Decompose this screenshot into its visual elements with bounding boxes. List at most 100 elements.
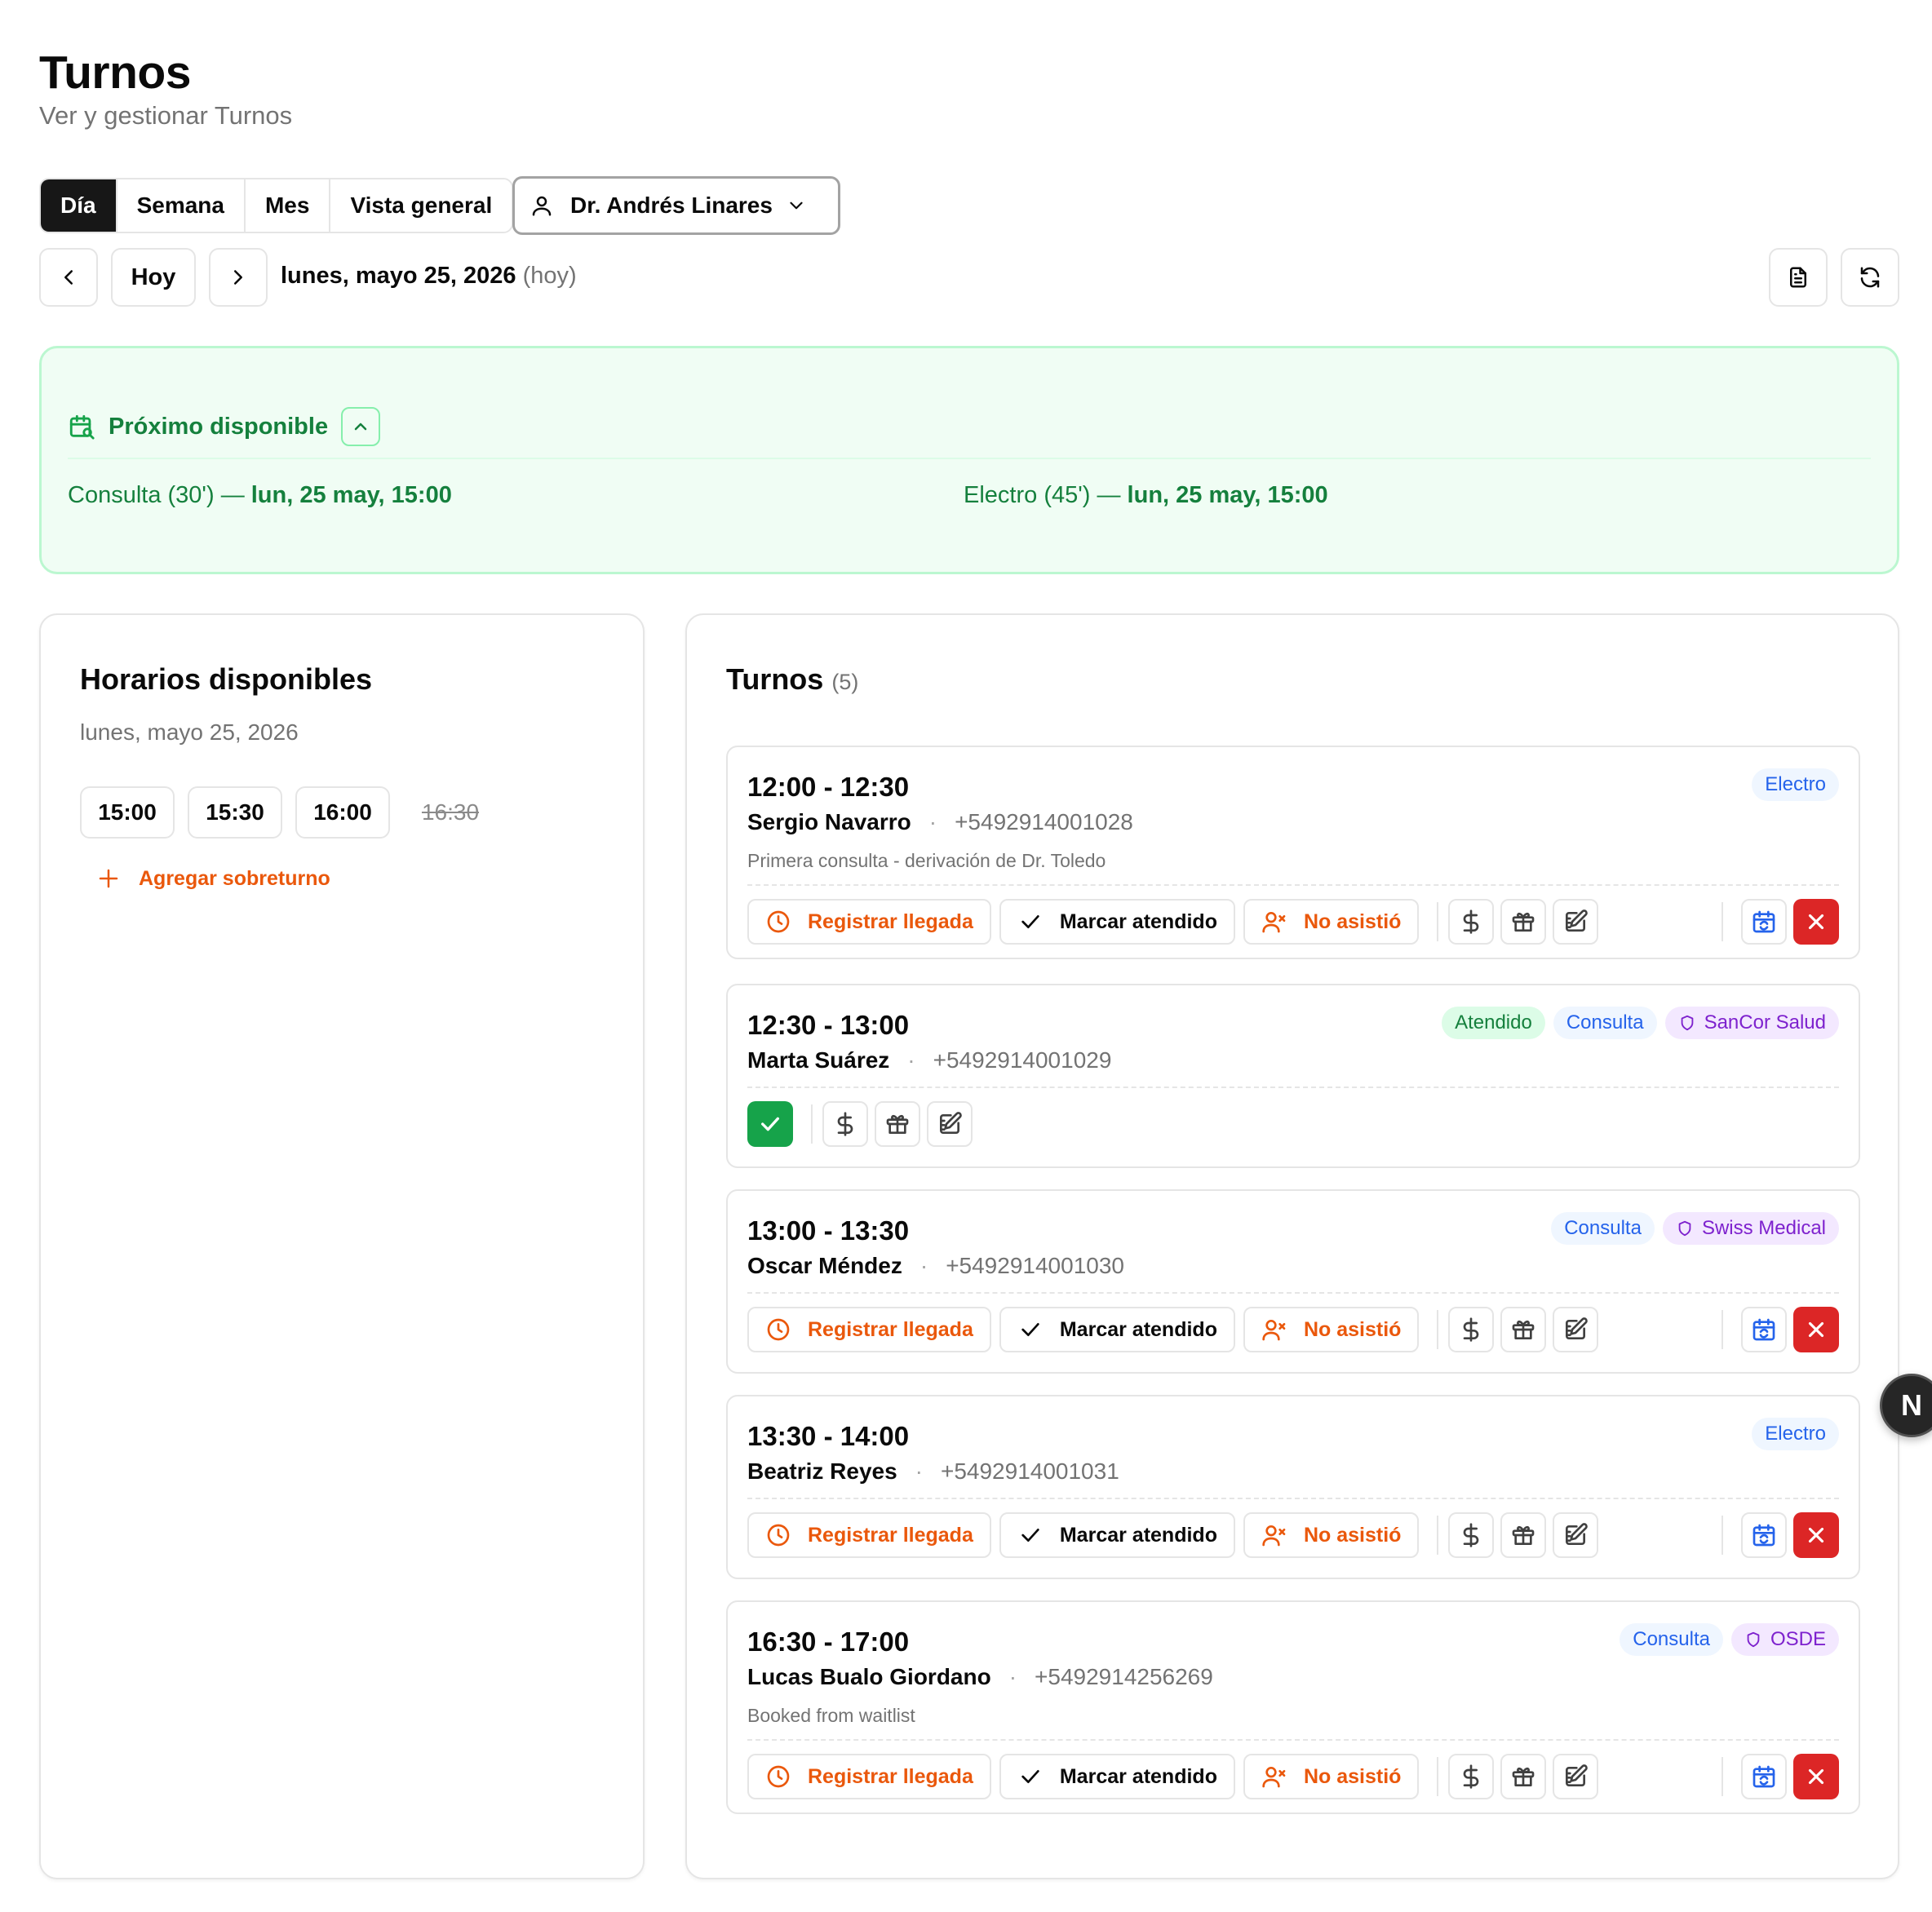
badge-text: OSDE bbox=[1770, 1628, 1826, 1650]
next-when: lun, 25 may, 15:00 bbox=[250, 482, 452, 508]
register-arrival-button[interactable]: Registrar llegada bbox=[747, 1754, 991, 1799]
appointment-patient: Lucas Bualo Giordano · +5492914256269 bbox=[747, 1664, 1213, 1690]
payment-button[interactable] bbox=[1448, 1512, 1495, 1558]
doctor-select[interactable]: Dr. Andrés Linares bbox=[512, 176, 840, 235]
appointment-note: Primera consulta - derivación de Dr. Tol… bbox=[747, 850, 1106, 871]
patient-name[interactable]: Sergio Navarro bbox=[747, 809, 911, 835]
patient-name[interactable]: Lucas Bualo Giordano bbox=[747, 1664, 991, 1690]
register-arrival-button[interactable]: Registrar llegada bbox=[747, 1512, 991, 1558]
gift-button[interactable] bbox=[875, 1101, 920, 1147]
x-icon bbox=[1804, 1317, 1828, 1342]
chevron-up-icon bbox=[351, 417, 370, 436]
reschedule-button[interactable] bbox=[1741, 1754, 1787, 1799]
appointment-item[interactable]: 13:00 - 13:30 Oscar Méndez · +5492914001030… bbox=[726, 1189, 1860, 1374]
appointment-item[interactable]: 12:30 - 13:00 Marta Suárez · +5492914001029… bbox=[726, 984, 1860, 1168]
gift-button[interactable] bbox=[1500, 1307, 1547, 1352]
divider bbox=[1722, 902, 1723, 941]
next-type: Electro (45') bbox=[964, 482, 1091, 508]
reschedule-button[interactable] bbox=[1741, 1512, 1787, 1558]
notes-button[interactable] bbox=[1553, 1754, 1599, 1799]
patient-phone[interactable]: +5492914001029 bbox=[933, 1047, 1112, 1073]
add-overbooking-button[interactable]: Agregar sobreturno bbox=[96, 866, 330, 891]
payment-button[interactable] bbox=[1448, 899, 1495, 945]
current-date-text: lunes, mayo 25, 2026 bbox=[281, 263, 516, 289]
patient-phone[interactable]: +5492914001030 bbox=[946, 1253, 1124, 1279]
badge-text: Electro bbox=[1765, 1423, 1826, 1445]
dollar-icon bbox=[832, 1111, 858, 1137]
cancel-appointment-button[interactable] bbox=[1793, 1754, 1839, 1799]
appointment-item[interactable]: 16:30 - 17:00 Lucas Bualo Giordano · +54929… bbox=[726, 1600, 1860, 1814]
current-date: lunes, mayo 25, 2026 (hoy) bbox=[281, 263, 577, 290]
attended-indicator[interactable] bbox=[747, 1101, 793, 1147]
shield-icon bbox=[1744, 1631, 1762, 1649]
appointment-note: Booked from waitlist bbox=[747, 1705, 915, 1726]
mark-attended-button[interactable]: Marcar atendido bbox=[999, 1754, 1235, 1799]
appointment-actions: Registrar llegada Marcar atendido No asist… bbox=[747, 1307, 1605, 1352]
register-arrival-button[interactable]: Registrar llegada bbox=[747, 1307, 991, 1352]
no-show-button[interactable]: No asistió bbox=[1243, 1754, 1420, 1799]
export-button[interactable] bbox=[1769, 248, 1828, 307]
appointments-count: (5) bbox=[831, 670, 859, 694]
reschedule-button[interactable] bbox=[1741, 899, 1787, 945]
appointment-right-actions bbox=[1722, 1754, 1839, 1799]
mark-attended-button[interactable]: Marcar atendido bbox=[999, 899, 1235, 945]
notes-button[interactable] bbox=[1553, 1307, 1599, 1352]
next-available-consulta[interactable]: Consulta (30') — lun, 25 may, 15:00 bbox=[68, 482, 452, 509]
refresh-button[interactable] bbox=[1841, 248, 1899, 307]
slot-button[interactable]: 15:00 bbox=[80, 786, 175, 839]
patient-name[interactable]: Beatriz Reyes bbox=[747, 1458, 897, 1485]
patient-name[interactable]: Oscar Méndez bbox=[747, 1253, 902, 1279]
no-show-button[interactable]: No asistió bbox=[1243, 1512, 1420, 1558]
notes-button[interactable] bbox=[1553, 1512, 1599, 1558]
edit-icon bbox=[1562, 1317, 1589, 1343]
no-show-button[interactable]: No asistió bbox=[1243, 899, 1420, 945]
appointments-title-text: Turnos bbox=[726, 662, 824, 696]
divider bbox=[68, 458, 1871, 459]
slot-button[interactable]: 15:30 bbox=[188, 786, 282, 839]
next-available-electro[interactable]: Electro (45') — lun, 25 may, 15:00 bbox=[964, 482, 1328, 509]
payment-button[interactable] bbox=[1448, 1754, 1495, 1799]
cancel-appointment-button[interactable] bbox=[1793, 1307, 1839, 1352]
appointment-badges: Electro bbox=[1744, 1418, 1839, 1450]
calendar-sync-icon bbox=[1751, 1522, 1777, 1548]
slot-button[interactable]: 16:00 bbox=[295, 786, 390, 839]
payment-button[interactable] bbox=[822, 1101, 868, 1147]
mark-attended-button[interactable]: Marcar atendido bbox=[999, 1307, 1235, 1352]
cancel-appointment-button[interactable] bbox=[1793, 899, 1839, 945]
gift-button[interactable] bbox=[1500, 1512, 1547, 1558]
gift-button[interactable] bbox=[1500, 899, 1547, 945]
next-day-button[interactable] bbox=[209, 248, 268, 307]
collapse-button[interactable] bbox=[341, 407, 381, 446]
check-icon bbox=[757, 1111, 783, 1137]
notes-button[interactable] bbox=[927, 1101, 973, 1147]
prev-day-button[interactable] bbox=[39, 248, 98, 307]
button-label: Registrar llegada bbox=[808, 1764, 973, 1788]
mark-attended-button[interactable]: Marcar atendido bbox=[999, 1512, 1235, 1558]
view-day-tab[interactable]: Día bbox=[41, 179, 117, 232]
register-arrival-button[interactable]: Registrar llegada bbox=[747, 899, 991, 945]
appointment-item[interactable]: 12:00 - 12:30 Sergio Navarro · +54929140010… bbox=[726, 746, 1860, 959]
notes-button[interactable] bbox=[1553, 899, 1599, 945]
payment-button[interactable] bbox=[1448, 1307, 1495, 1352]
no-show-button[interactable]: No asistió bbox=[1243, 1307, 1420, 1352]
patient-phone[interactable]: +5492914001031 bbox=[941, 1458, 1119, 1485]
today-button[interactable]: Hoy bbox=[111, 248, 196, 307]
view-overview-tab[interactable]: Vista general bbox=[330, 179, 512, 232]
patient-phone[interactable]: +5492914256269 bbox=[1035, 1664, 1213, 1690]
slot-taken: 16:30 bbox=[403, 786, 498, 839]
check-icon bbox=[1017, 1522, 1044, 1548]
appointment-item[interactable]: 13:30 - 14:00 Beatriz Reyes · +549291400103… bbox=[726, 1395, 1860, 1579]
patient-phone[interactable]: +5492914001028 bbox=[955, 809, 1133, 835]
type-badge: Consulta bbox=[1620, 1623, 1723, 1656]
user-x-icon bbox=[1261, 909, 1287, 935]
reschedule-button[interactable] bbox=[1741, 1307, 1787, 1352]
view-month-tab[interactable]: Mes bbox=[245, 179, 331, 232]
calendar-sync-icon bbox=[1751, 909, 1777, 935]
next-available-title: Próximo disponible bbox=[109, 413, 329, 440]
patient-name[interactable]: Marta Suárez bbox=[747, 1047, 889, 1073]
cancel-appointment-button[interactable] bbox=[1793, 1512, 1839, 1558]
badge-text: Atendido bbox=[1455, 1011, 1532, 1033]
separator-dot: · bbox=[928, 809, 937, 834]
view-week-tab[interactable]: Semana bbox=[117, 179, 246, 232]
gift-button[interactable] bbox=[1500, 1754, 1547, 1799]
